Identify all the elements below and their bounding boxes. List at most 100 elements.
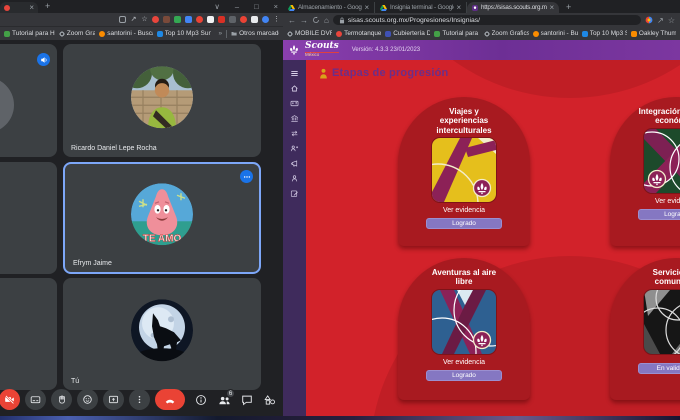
- extension-icon[interactable]: [185, 16, 192, 23]
- bookmark-item[interactable]: Termotanque de re...: [336, 30, 381, 37]
- video-tile-partial[interactable]: [0, 278, 57, 390]
- status-button[interactable]: Logrado: [638, 209, 680, 220]
- card-title: Servicio a la comunidad: [638, 268, 680, 287]
- people-button[interactable]: 6: [218, 394, 231, 407]
- extension-icon[interactable]: [163, 16, 170, 23]
- tab-close-icon[interactable]: ×: [29, 4, 34, 12]
- home-icon[interactable]: ⌂: [324, 16, 329, 25]
- status-button[interactable]: En validación: [638, 363, 680, 374]
- video-tile-partial[interactable]: [0, 162, 57, 274]
- edit-icon[interactable]: [290, 189, 299, 198]
- camera-off-button[interactable]: [0, 389, 20, 410]
- url-text: sisas.scouts.org.mx/Progresiones/Insigni…: [348, 17, 480, 24]
- bookmark-item[interactable]: Tutorial para Hard...: [4, 30, 55, 37]
- tab-insignia-terminal[interactable]: Insignia terminal - Google Drive ×: [375, 2, 467, 13]
- bookmark-item[interactable]: santorini - Buscar c...: [99, 30, 153, 37]
- transfer-icon[interactable]: [290, 129, 299, 138]
- more-options-button[interactable]: [129, 389, 150, 410]
- reactions-button[interactable]: [77, 389, 98, 410]
- extension-icon[interactable]: [174, 16, 181, 23]
- bookmark-item[interactable]: Zoom Grafics: [59, 30, 95, 37]
- evidence-link[interactable]: Ver evidencia: [655, 198, 680, 205]
- right-tabstrip: Almacenamiento - Google Drive × Insignia…: [283, 0, 680, 13]
- share-icon[interactable]: ↗: [130, 16, 137, 23]
- media-control-icon[interactable]: [119, 16, 126, 23]
- extension-icon[interactable]: [196, 16, 203, 23]
- bookmark-item[interactable]: santorini - Buscar c...: [533, 30, 578, 37]
- audio-indicator-chip: [37, 53, 50, 66]
- bookmark-star-icon[interactable]: ☆: [141, 16, 148, 23]
- tab-sisas-active[interactable]: https://sisas.scouts.org.mx/Prog... ×: [467, 2, 559, 13]
- extension-icon[interactable]: [218, 16, 225, 23]
- chat-button[interactable]: [241, 394, 254, 407]
- extension-icon[interactable]: [229, 16, 236, 23]
- bookmark-item[interactable]: Top 10 Mp3 Sungla...: [157, 30, 211, 37]
- video-tile-partial[interactable]: [0, 44, 57, 157]
- status-button[interactable]: Logrado: [426, 218, 502, 229]
- activities-button[interactable]: [264, 394, 277, 407]
- profile-avatar[interactable]: [262, 16, 269, 23]
- bookmark-item[interactable]: Top 10 Mp3 Sungla...: [582, 30, 627, 37]
- bookmark-item[interactable]: Tutorial para Hard...: [434, 30, 479, 37]
- raise-hand-button[interactable]: [51, 389, 72, 410]
- video-tile-efrym[interactable]: TE AMO Efrym Jaime: [63, 162, 261, 274]
- tab-close-icon[interactable]: ×: [457, 4, 461, 12]
- home-icon[interactable]: [290, 84, 299, 93]
- new-tab-button[interactable]: +: [566, 2, 571, 12]
- address-bar[interactable]: sisas.scouts.org.mx/Progresiones/Insigni…: [333, 15, 641, 25]
- minimize-icon[interactable]: –: [235, 2, 239, 11]
- puzzle-extensions-icon[interactable]: [251, 16, 258, 23]
- badge-image-integracion: [644, 129, 680, 193]
- bookmarks-overflow-icon[interactable]: »: [219, 30, 223, 37]
- captions-button[interactable]: [25, 389, 46, 410]
- extension-icon[interactable]: [152, 16, 159, 23]
- forward-icon[interactable]: →: [300, 16, 308, 25]
- meeting-details-button[interactable]: [195, 394, 208, 407]
- more-menu-icon[interactable]: ⋮: [273, 16, 280, 23]
- other-bookmarks-button[interactable]: Otros marcadores: [231, 30, 279, 37]
- bookmark-star-icon[interactable]: ☆: [668, 16, 675, 25]
- bookmark-item[interactable]: MOBILE DVR: [287, 30, 332, 37]
- translate-extension-icon[interactable]: [645, 16, 653, 24]
- evidence-link[interactable]: Ver evidencia: [443, 207, 485, 214]
- reload-icon[interactable]: [312, 16, 320, 24]
- page-title: Etapas de progresión: [332, 67, 448, 79]
- right-bookmarks-bar: MOBILE DVR Termotanque de re... Cubierte…: [283, 27, 680, 40]
- extension-icon[interactable]: [240, 16, 247, 23]
- evidence-link[interactable]: Ver evidencia: [443, 359, 485, 366]
- share-icon[interactable]: ↗: [657, 16, 664, 25]
- meet-main-area: Ricardo Daniel Lepe Rocha: [0, 40, 283, 416]
- id-card-icon[interactable]: [290, 99, 299, 108]
- browser-tab[interactable]: ×: [0, 2, 38, 13]
- tab-close-icon[interactable]: ×: [365, 4, 369, 12]
- stage-person-icon: [319, 68, 328, 79]
- window-controls: ∨ – □ ×: [214, 0, 278, 13]
- sisas-page: Scouts México Versión: 4.3.3 23/01/2023: [283, 40, 680, 416]
- status-button[interactable]: Logrado: [426, 370, 502, 381]
- bookmark-item[interactable]: Oakley Thump P...: [631, 30, 676, 37]
- scouts-fleur-logo: [288, 43, 300, 58]
- new-tab-button[interactable]: +: [45, 1, 50, 11]
- person-icon[interactable]: [290, 174, 299, 183]
- tab-almacenamiento[interactable]: Almacenamiento - Google Drive ×: [283, 2, 375, 13]
- institution-icon[interactable]: [290, 114, 299, 123]
- video-tile-self[interactable]: Tú: [63, 278, 261, 390]
- sisas-favicon: [472, 5, 478, 11]
- tab-close-icon[interactable]: ×: [550, 4, 554, 12]
- maximize-icon[interactable]: □: [254, 2, 259, 11]
- extension-icon[interactable]: [207, 16, 214, 23]
- bookmark-item[interactable]: Zoom Grafics: [484, 30, 529, 37]
- stage-card-integracion: Integración social y económica: [610, 97, 680, 246]
- video-tile-ricardo[interactable]: Ricardo Daniel Lepe Rocha: [63, 44, 261, 157]
- bookmark-item[interactable]: Cubiertería Dalper...: [385, 30, 430, 37]
- megaphone-icon[interactable]: [290, 159, 299, 168]
- present-screen-button[interactable]: [103, 389, 124, 410]
- back-icon[interactable]: ←: [288, 16, 296, 25]
- window-menu-icon[interactable]: ∨: [214, 2, 220, 11]
- tile-more-chip[interactable]: [240, 170, 253, 183]
- end-call-button[interactable]: [155, 389, 185, 410]
- more-options-icon: [134, 394, 145, 405]
- membership-icon[interactable]: [290, 144, 299, 153]
- close-icon[interactable]: ×: [274, 2, 278, 11]
- menu-icon[interactable]: [290, 69, 299, 78]
